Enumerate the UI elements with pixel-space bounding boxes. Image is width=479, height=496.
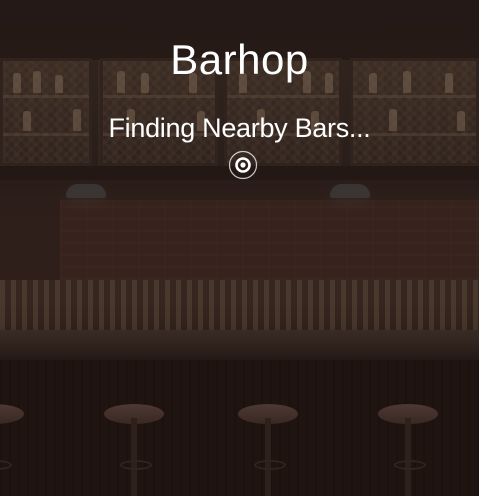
location-target-icon [228,150,258,180]
splash-screen: Barhop Finding Nearby Bars... [0,0,479,496]
app-title: Barhop [170,36,309,83]
loading-status-text: Finding Nearby Bars... [108,113,371,143]
